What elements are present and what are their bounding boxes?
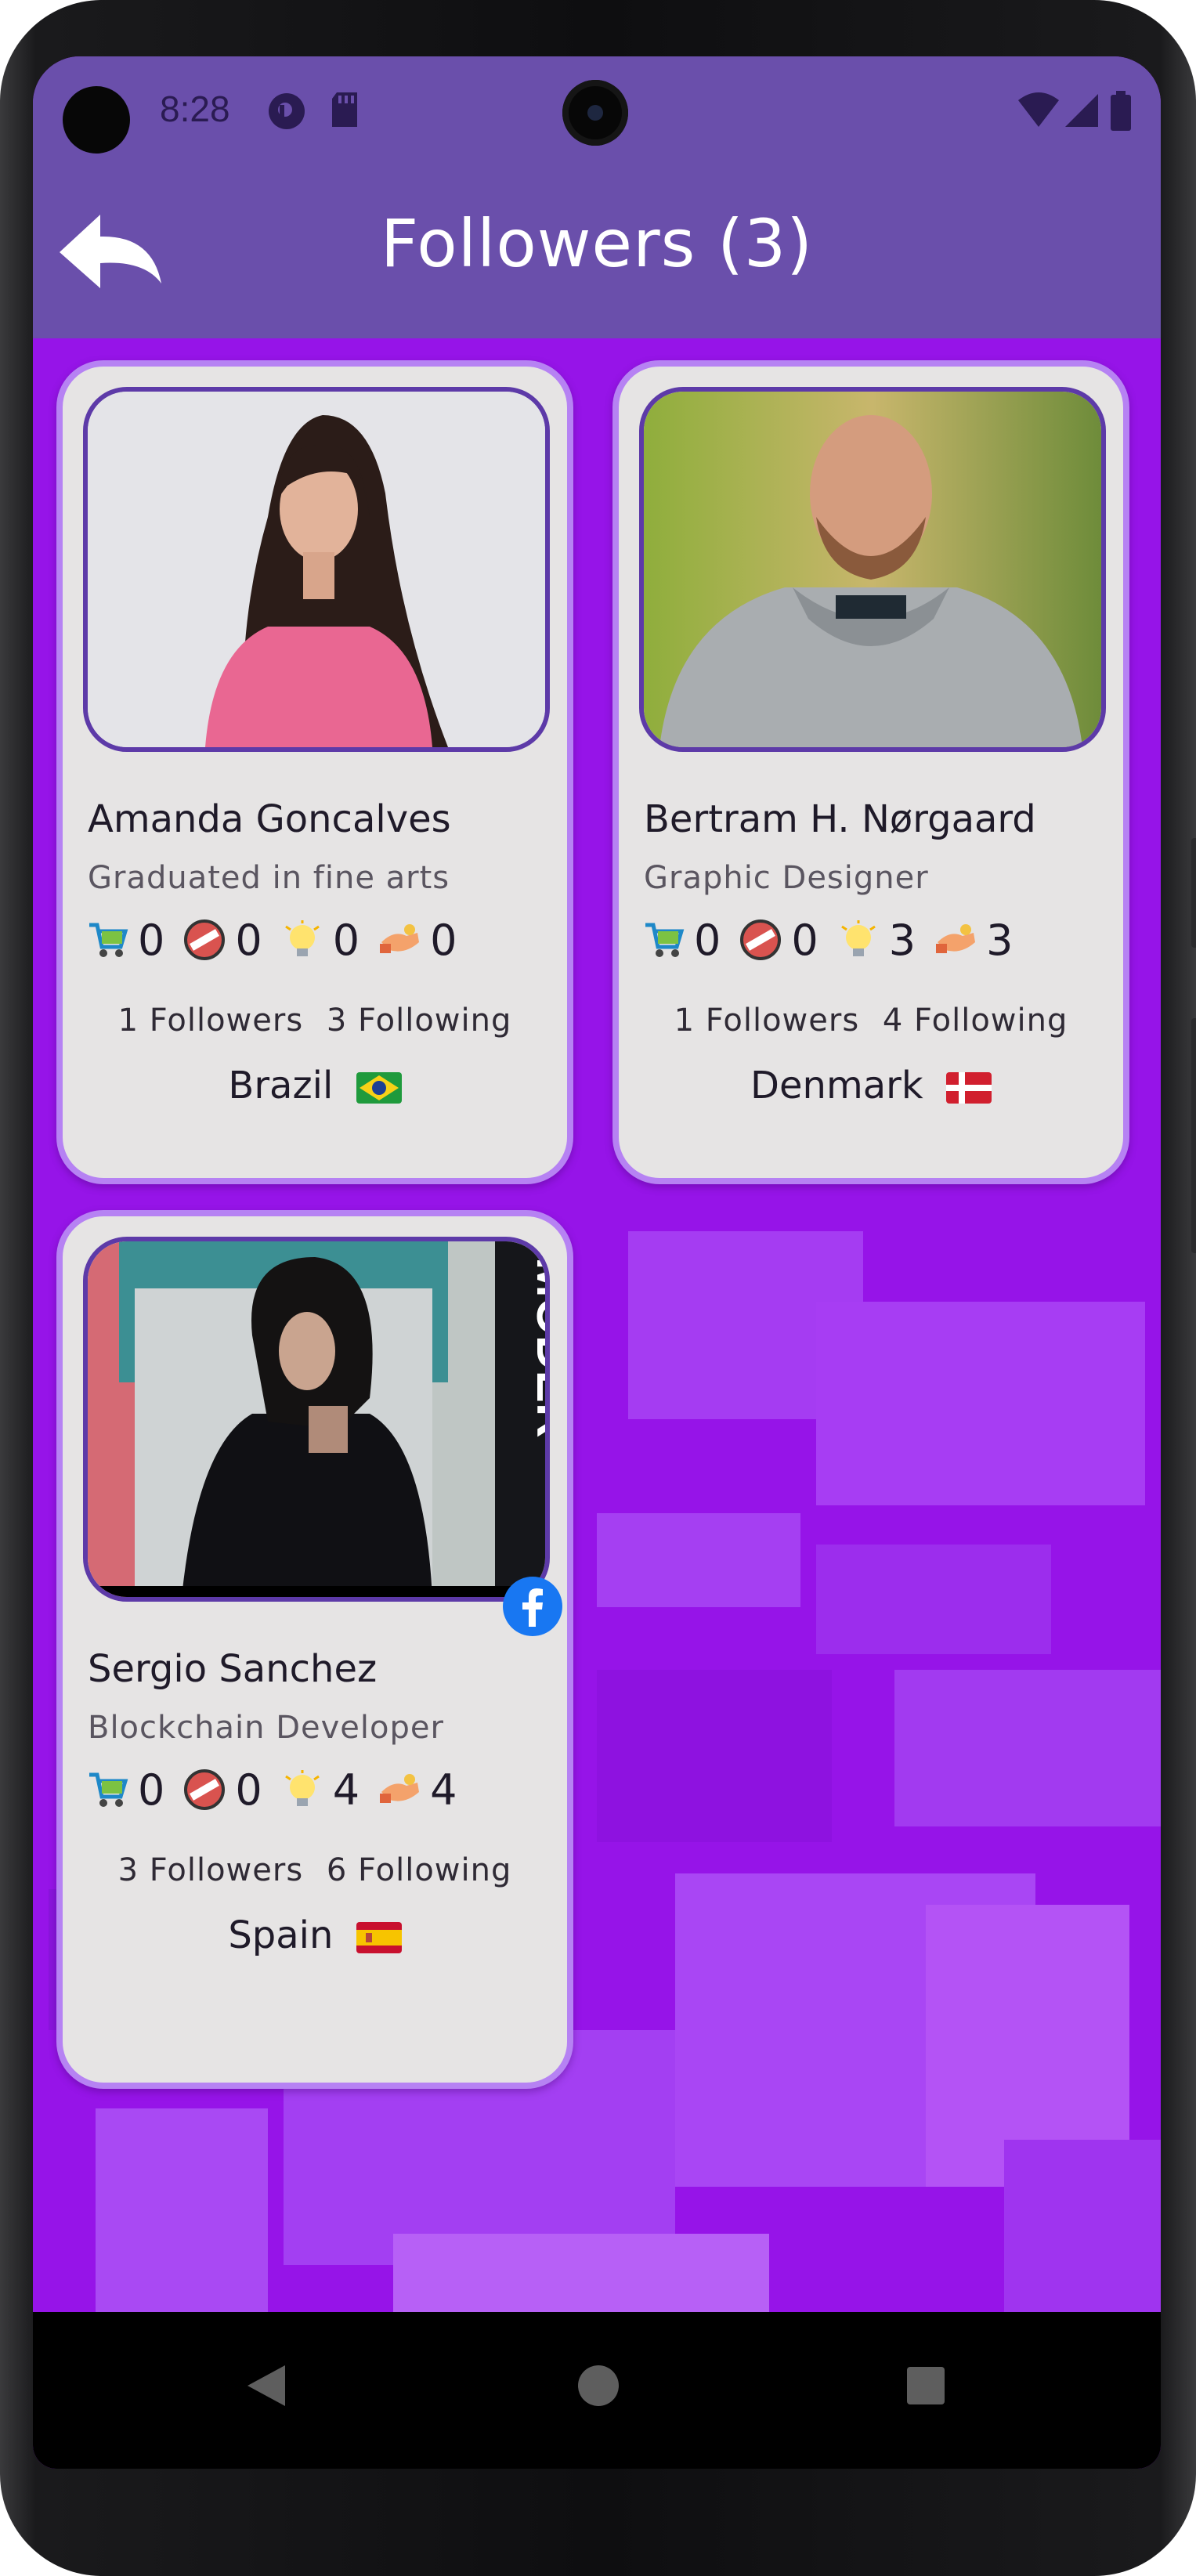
follower-card[interactable]: MODER Sergio Sanchez Blockchain Develope… xyxy=(56,1210,573,2089)
country-name: Spain xyxy=(228,1913,334,1957)
signal-icon xyxy=(1065,94,1098,127)
handshake-icon xyxy=(380,924,420,953)
nav-recents-icon[interactable] xyxy=(901,2361,951,2411)
stats-row: 0 0 4 4 xyxy=(86,1765,475,1815)
cart-icon xyxy=(89,923,128,957)
camera-cutout xyxy=(63,86,130,154)
country: Brazil xyxy=(63,1064,567,1107)
country: Denmark xyxy=(619,1064,1123,1107)
stat-value: 0 xyxy=(791,915,818,965)
volume-button xyxy=(1191,838,1196,948)
country-name: Denmark xyxy=(750,1064,923,1107)
stat-value: 0 xyxy=(138,915,165,965)
status-time: 8:28 xyxy=(160,89,230,129)
stats-row: 0 0 0 0 xyxy=(86,915,475,965)
system-nav-bar xyxy=(33,2312,1161,2469)
country: Spain xyxy=(63,1913,567,1957)
following-count[interactable]: 6 Following xyxy=(327,1852,512,1888)
stats-row: 0 0 3 3 xyxy=(642,915,1032,965)
stat-value: 3 xyxy=(888,915,916,965)
page-title: Followers (3) xyxy=(380,205,814,282)
brazil-flag-icon xyxy=(356,1072,402,1104)
follower-card[interactable]: Bertram H. Nørgaard Graphic Designer 0 0… xyxy=(612,360,1129,1184)
facebook-icon[interactable] xyxy=(501,1575,564,1638)
stat-value: 0 xyxy=(138,1765,165,1815)
stat-value: 0 xyxy=(430,915,457,965)
follower-name: Bertram H. Nørgaard xyxy=(644,797,1036,841)
avatar xyxy=(639,387,1106,752)
follower-name: Sergio Sanchez xyxy=(88,1647,378,1691)
follower-job: Graphic Designer xyxy=(644,860,929,896)
stat-value: 4 xyxy=(332,1765,360,1815)
battery-icon xyxy=(1111,91,1131,131)
following-count[interactable]: 4 Following xyxy=(883,1003,1068,1039)
follow-counts: 1 Followers 4 Following xyxy=(619,1003,1123,1039)
notification-icon xyxy=(269,93,305,129)
follower-job: Graduated in fine arts xyxy=(88,860,450,896)
followers-count[interactable]: 1 Followers xyxy=(118,1003,304,1039)
avatar: MODER xyxy=(83,1237,550,1602)
front-camera xyxy=(562,80,628,146)
followers-count[interactable]: 1 Followers xyxy=(674,1003,860,1039)
country-name: Brazil xyxy=(228,1064,334,1107)
magazine-text: MODER xyxy=(526,1257,545,1438)
following-count[interactable]: 3 Following xyxy=(327,1003,512,1039)
stat-value: 0 xyxy=(332,915,360,965)
phone-frame: 8:28 Followers (3) Amanda Goncalves Grad… xyxy=(0,0,1196,2576)
followers-count[interactable]: 3 Followers xyxy=(118,1852,304,1888)
stat-value: 0 xyxy=(235,915,262,965)
power-button xyxy=(1191,1018,1196,1253)
stat-value: 3 xyxy=(986,915,1014,965)
cart-icon xyxy=(89,1772,128,1807)
stat-value: 0 xyxy=(694,915,721,965)
avatar xyxy=(83,387,550,752)
nav-back-icon[interactable] xyxy=(241,2361,291,2411)
lightbulb-icon xyxy=(284,1770,320,1806)
lightbulb-icon xyxy=(840,920,876,956)
no-entry-badge-icon xyxy=(184,1769,226,1810)
sd-card-icon xyxy=(332,92,357,127)
no-entry-badge-icon xyxy=(740,919,782,960)
spain-flag-icon xyxy=(356,1922,402,1953)
nav-home-icon[interactable] xyxy=(573,2361,623,2411)
handshake-icon xyxy=(380,1774,420,1803)
follower-name: Amanda Goncalves xyxy=(88,797,451,841)
app-bar: 8:28 Followers (3) xyxy=(33,56,1161,338)
stat-value: 0 xyxy=(235,1765,262,1815)
stat-value: 4 xyxy=(430,1765,457,1815)
lightbulb-icon xyxy=(284,920,320,956)
wifi-icon xyxy=(1018,92,1059,127)
follower-card[interactable]: Amanda Goncalves Graduated in fine arts … xyxy=(56,360,573,1184)
handshake-icon xyxy=(936,924,976,953)
no-entry-badge-icon xyxy=(184,919,226,960)
follow-counts: 1 Followers 3 Following xyxy=(63,1003,567,1039)
denmark-flag-icon xyxy=(945,1072,992,1104)
follower-job: Blockchain Developer xyxy=(88,1710,444,1746)
screen: 8:28 Followers (3) Amanda Goncalves Grad… xyxy=(33,56,1161,2469)
follow-counts: 3 Followers 6 Following xyxy=(63,1852,567,1888)
cart-icon xyxy=(645,923,685,957)
